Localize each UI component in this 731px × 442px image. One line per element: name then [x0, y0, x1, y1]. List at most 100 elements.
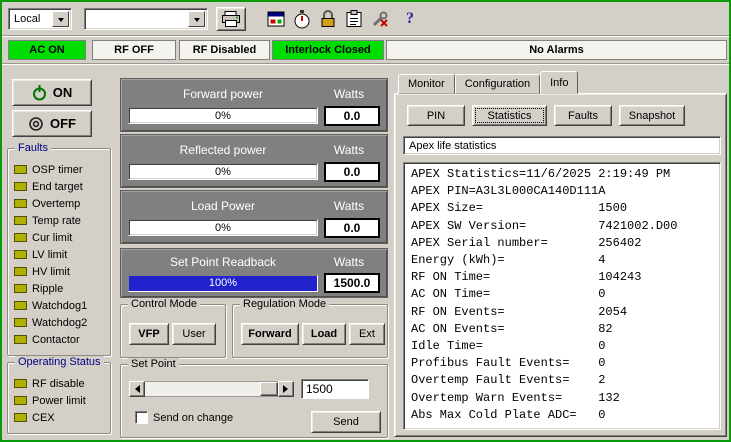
- fault-item-lv-limit: LV limit: [8, 246, 110, 263]
- pin-button[interactable]: PIN: [407, 105, 465, 126]
- lock-button[interactable]: [316, 7, 340, 31]
- fault-label: LV limit: [32, 249, 67, 261]
- fault-item-osp-timer: OSP timer: [8, 161, 110, 178]
- slider-right-button[interactable]: [278, 381, 294, 397]
- regulation-mode-buttons: Forward Load Ext: [233, 305, 387, 345]
- toolbar: Local: [2, 2, 729, 35]
- meter-header: Load Power Watts: [128, 197, 380, 215]
- status-label: RF disable: [32, 378, 85, 390]
- statistics-button[interactable]: Statistics: [472, 105, 547, 126]
- chevron-down-icon: [194, 18, 200, 25]
- tab-info[interactable]: Info: [540, 71, 578, 94]
- slider-thumb[interactable]: [260, 382, 278, 396]
- rf-on-button[interactable]: ON: [12, 79, 92, 106]
- meter-title: Forward power: [128, 87, 318, 101]
- arrow-right-icon: [283, 385, 292, 393]
- preset-select-dropdown-button[interactable]: [188, 11, 205, 27]
- status-item-cex: CEX: [8, 409, 110, 426]
- service-button[interactable]: [368, 7, 392, 31]
- fault-item-watchdog2: Watchdog2: [8, 314, 110, 331]
- set-point-slider[interactable]: [129, 381, 294, 397]
- faults-group-title: Faults: [15, 142, 51, 154]
- user-mode-button[interactable]: User: [172, 323, 216, 345]
- status-led-icon: [14, 396, 27, 405]
- preset-select[interactable]: [84, 8, 208, 30]
- alarms-status-indicator: No Alarms: [386, 40, 727, 60]
- fault-led-icon: [14, 335, 27, 344]
- fault-led-icon: [14, 318, 27, 327]
- status-item-rf-disable: RF disable: [8, 375, 110, 392]
- stopwatch-button[interactable]: [290, 7, 314, 31]
- chevron-down-icon: [58, 18, 64, 25]
- fault-led-icon: [14, 233, 27, 242]
- fault-item-hv-limit: HV limit: [8, 263, 110, 280]
- send-on-change-checkbox[interactable]: [135, 411, 148, 424]
- load-regulation-button[interactable]: Load: [302, 323, 346, 345]
- tab-monitor[interactable]: Monitor: [398, 74, 455, 94]
- forward-power-value: 0.0: [324, 106, 380, 126]
- status-separator: [2, 63, 729, 65]
- ext-regulation-button[interactable]: Ext: [349, 323, 385, 345]
- fault-led-icon: [14, 250, 27, 259]
- statistics-description-field[interactable]: Apex life statistics: [403, 136, 721, 155]
- faults-group: Faults OSP timer End target Overtemp Tem…: [7, 148, 111, 356]
- print-icon: [221, 11, 241, 28]
- fault-item-temp-rate: Temp rate: [8, 212, 110, 229]
- fault-led-icon: [14, 199, 27, 208]
- progress-percent-label: 0%: [129, 108, 317, 123]
- rf-status-indicator: RF OFF: [92, 40, 176, 60]
- set-point-readback-meter: Set Point Readback Watts 100% 1500.0: [120, 248, 388, 298]
- mode-select[interactable]: Local: [8, 8, 72, 30]
- panel-button[interactable]: [264, 7, 288, 31]
- mode-select-value: Local: [9, 13, 52, 25]
- help-button[interactable]: ?: [398, 7, 422, 31]
- rf-off-button[interactable]: OFF: [12, 110, 92, 137]
- load-power-progressbar: 0%: [128, 219, 318, 236]
- meter-header: Set Point Readback Watts: [128, 253, 380, 270]
- reflected-power-meter: Reflected power Watts 0% 0.0: [120, 134, 388, 188]
- send-on-change-option[interactable]: Send on change: [135, 411, 233, 424]
- statistics-text-area[interactable]: APEX Statistics=11/6/2025 2:19:49 PM APE…: [403, 162, 721, 430]
- log-icon: [346, 10, 362, 28]
- fault-item-ripple: Ripple: [8, 280, 110, 297]
- set-point-input[interactable]: [301, 379, 369, 399]
- meter-unit: Watts: [318, 255, 380, 269]
- regulation-mode-title: Regulation Mode: [240, 298, 329, 310]
- set-point-group: Set Point Send on change Send: [120, 364, 388, 438]
- apex-control-window: Local: [0, 0, 731, 442]
- print-button[interactable]: [216, 7, 246, 31]
- fault-label: OSP timer: [32, 164, 83, 176]
- meter-row: 0% 0.0: [128, 218, 380, 238]
- on-button-label: ON: [53, 85, 73, 100]
- fault-item-contactor: Contactor: [8, 331, 110, 348]
- send-button[interactable]: Send: [311, 411, 381, 433]
- mode-select-dropdown-button[interactable]: [52, 11, 69, 27]
- fault-label: Temp rate: [32, 215, 81, 227]
- meter-header: Reflected power Watts: [128, 141, 380, 159]
- load-power-meter: Load Power Watts 0% 0.0: [120, 190, 388, 244]
- fault-led-icon: [14, 267, 27, 276]
- forward-regulation-button[interactable]: Forward: [241, 323, 299, 345]
- fault-label: Cur limit: [32, 232, 72, 244]
- snapshot-button[interactable]: Snapshot: [619, 105, 685, 126]
- meter-unit: Watts: [318, 87, 380, 101]
- rf-disabled-indicator: RF Disabled: [179, 40, 270, 60]
- vfp-mode-button[interactable]: VFP: [129, 323, 169, 345]
- meter-unit: Watts: [318, 199, 380, 213]
- panel-icon: [267, 11, 285, 27]
- slider-track[interactable]: [145, 381, 278, 397]
- interlock-status-indicator: Interlock Closed: [272, 40, 384, 60]
- reflected-power-progressbar: 0%: [128, 163, 318, 180]
- fault-label: HV limit: [32, 266, 70, 278]
- log-button[interactable]: [342, 7, 366, 31]
- slider-left-button[interactable]: [129, 381, 145, 397]
- right-tab-strip: Monitor Configuration Info: [398, 71, 578, 94]
- tab-configuration[interactable]: Configuration: [455, 74, 540, 94]
- fault-label: Watchdog1: [32, 300, 87, 312]
- meter-header: Forward power Watts: [128, 85, 380, 103]
- operating-status-group-title: Operating Status: [15, 356, 104, 368]
- faults-button[interactable]: Faults: [554, 105, 612, 126]
- control-mode-title: Control Mode: [128, 298, 200, 310]
- control-mode-group: Control Mode VFP User: [120, 304, 226, 358]
- set-point-readback-progressbar: 100%: [128, 275, 318, 292]
